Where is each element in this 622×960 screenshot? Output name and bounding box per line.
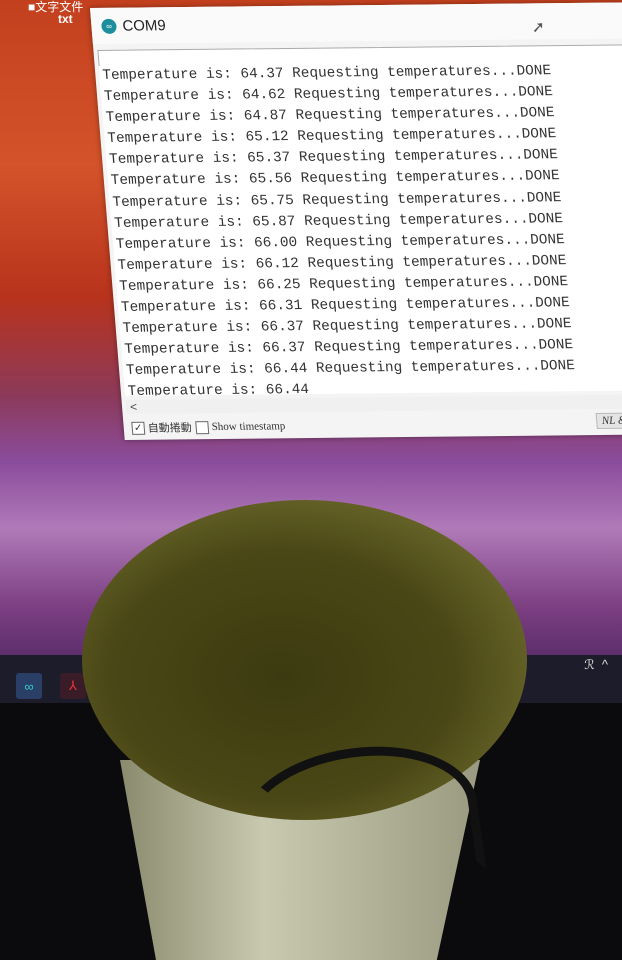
acrobat-icon[interactable]: ⅄	[60, 673, 86, 699]
people-icon[interactable]: ℛ	[584, 657, 594, 672]
system-tray[interactable]: ℛ ^	[584, 657, 608, 673]
autoscroll-label: 自動捲動	[147, 422, 193, 435]
arduino-icon: ∞	[100, 18, 118, 34]
serial-output: Temperature is: 64.37 Requesting tempera…	[98, 60, 622, 396]
scroll-left-icon[interactable]: <	[130, 400, 138, 414]
desktop-file-icon[interactable]: txt	[58, 12, 73, 26]
autoscroll-checkbox[interactable]: ✓	[131, 421, 146, 435]
arduino-icon[interactable]: ∞	[16, 673, 42, 699]
window-title: COM9	[121, 16, 167, 35]
timestamp-checkbox[interactable]	[195, 420, 210, 434]
horizontal-scrollbar[interactable]: <	[125, 394, 622, 414]
mouse-cursor-icon: ➚	[530, 19, 546, 37]
tray-chevron-icon[interactable]: ^	[602, 657, 608, 672]
line-ending-select[interactable]: NL & CR	[595, 412, 622, 430]
timestamp-label: Show timestamp	[211, 420, 286, 434]
desktop-file-label[interactable]: ■文字文件	[28, 0, 83, 15]
status-bar: ✓ 自動捲動 Show timestamp NL & CR	[127, 412, 622, 438]
serial-monitor-window: ∞ COM9 ➚ Temperature is: 64.37 Requestin…	[90, 2, 622, 440]
